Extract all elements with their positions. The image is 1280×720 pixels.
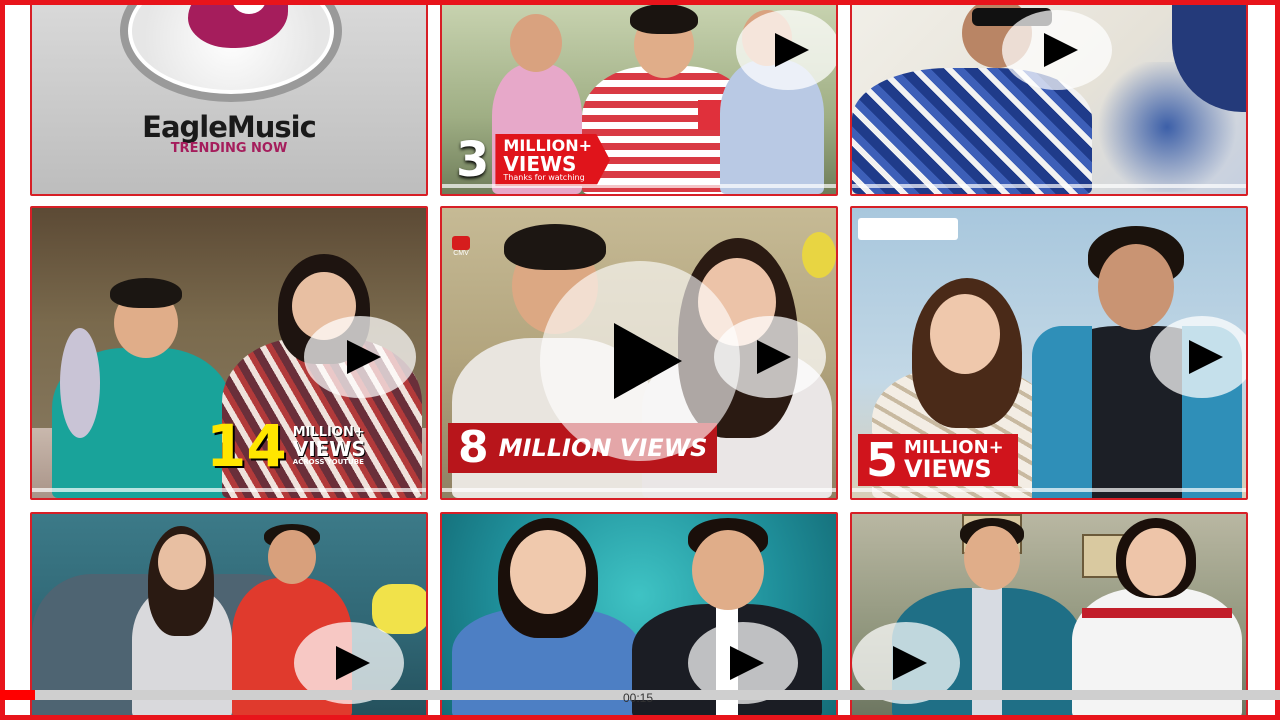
eagle-logo-icon — [188, 2, 288, 48]
channel-logo-tile[interactable]: EagleMusic TRENDING NOW — [30, 0, 428, 196]
thumbnail-progress-strip — [442, 488, 836, 492]
thumbnail-progress-strip — [32, 488, 426, 492]
video-thumbnail-8[interactable] — [850, 512, 1248, 720]
views-subtitle: Thanks for watching — [503, 173, 585, 182]
cmv-badge: CMV — [452, 236, 470, 257]
views-number: 3 — [456, 132, 490, 188]
video-thumbnail-7[interactable] — [440, 512, 838, 720]
views-line-2: VIEWS — [904, 455, 992, 483]
views-line-2: VIEWS — [503, 152, 577, 176]
video-thumbnail-1[interactable]: 3 MILLION+ VIEWS Thanks for watching — [440, 0, 838, 196]
video-thumbnail-3[interactable]: 14 MILLION+ VIEWS ACROSS YOUTUBE — [30, 206, 428, 500]
views-number: 8 — [458, 422, 489, 473]
views-badge: 5 MILLION+ VIEWS — [858, 434, 1018, 486]
play-icon[interactable] — [736, 10, 836, 90]
video-thumbnail-5[interactable]: 5 MILLION+ VIEWS — [850, 206, 1248, 500]
views-subtitle: ACROSS YOUTUBE — [292, 458, 364, 466]
views-badge: 3 MILLION+ VIEWS Thanks for watching — [456, 132, 611, 188]
thumbnail-progress-strip — [852, 488, 1246, 492]
play-icon[interactable] — [1150, 316, 1246, 398]
large-play-icon[interactable] — [540, 261, 740, 461]
views-number: 5 — [866, 433, 899, 487]
views-number: 14 — [206, 412, 287, 480]
play-icon[interactable] — [1002, 10, 1112, 90]
thumbnail-progress-strip — [852, 184, 1246, 188]
views-badge: 14 MILLION+ VIEWS ACROSS YOUTUBE — [206, 412, 366, 480]
video-thumbnail-2[interactable] — [850, 0, 1248, 196]
video-thumbnail-6[interactable] — [30, 512, 428, 720]
timecode: 00:15 — [622, 691, 654, 705]
logo-ring — [120, 2, 342, 102]
video-thumbnail-grid: EagleMusic TRENDING NOW 3 MILLION+ VIEWS… — [30, 0, 1248, 720]
brand-name: EagleMusic — [142, 110, 317, 144]
thumbnail-progress-strip — [442, 184, 836, 188]
play-icon[interactable] — [304, 316, 416, 398]
views-line-2: VIEWS — [292, 437, 366, 461]
progress-played — [0, 690, 35, 700]
brand-tagline: TRENDING NOW — [170, 141, 288, 156]
